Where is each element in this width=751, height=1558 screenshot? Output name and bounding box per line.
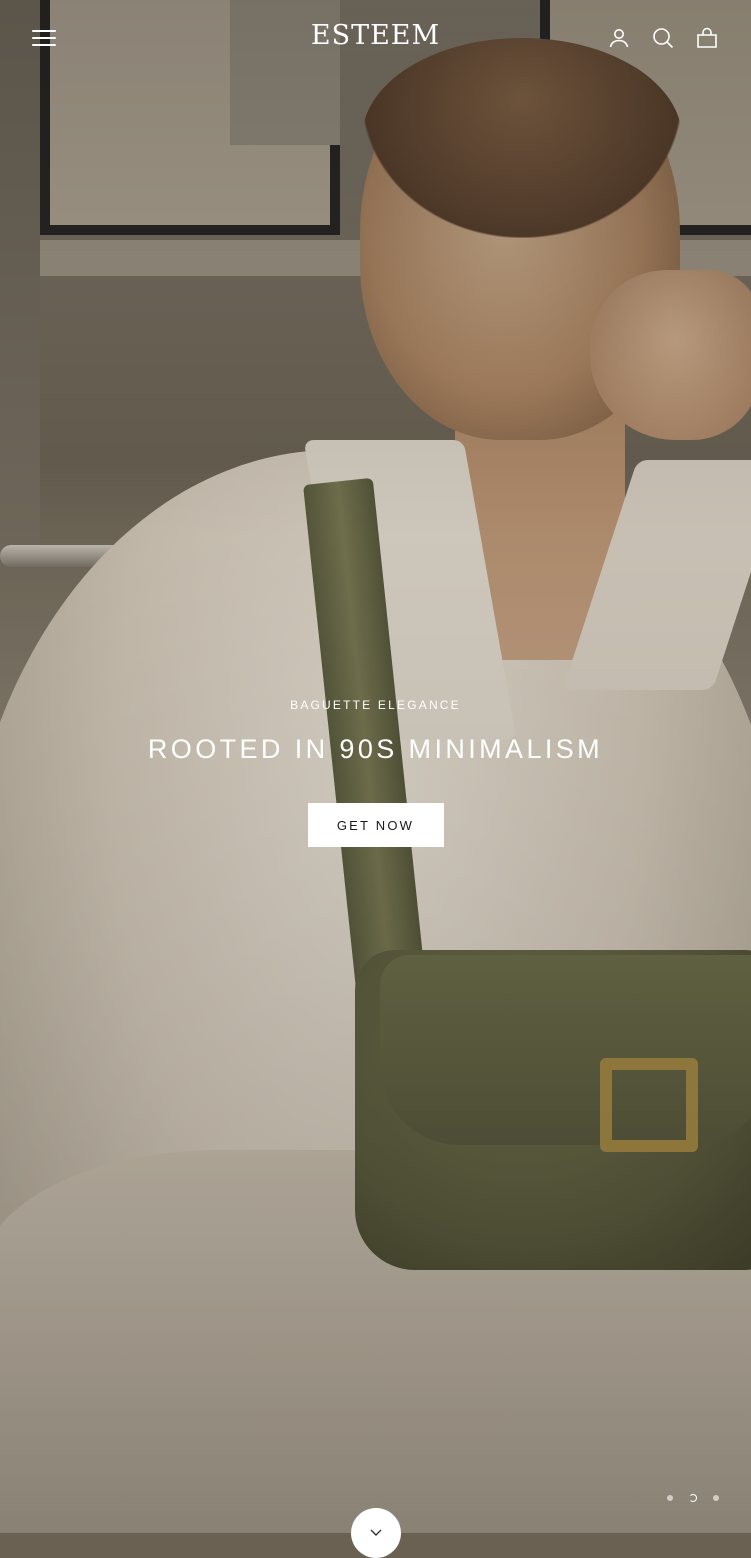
slide-dot-1[interactable] xyxy=(667,1495,673,1501)
account-button[interactable] xyxy=(607,26,633,52)
user-icon xyxy=(609,29,629,48)
get-now-button[interactable]: GET NOW xyxy=(307,803,444,848)
search-icon xyxy=(653,28,674,49)
shopping-bag-icon xyxy=(697,27,717,48)
cart-button[interactable] xyxy=(695,26,721,52)
chevron-down-icon xyxy=(370,1529,382,1536)
site-header: ESTEEM xyxy=(0,0,751,78)
scroll-down-button[interactable] xyxy=(351,1508,401,1558)
hero-headline: ROOTED IN 90S MINIMALISM xyxy=(147,734,604,764)
slider-pagination xyxy=(667,1494,719,1502)
slide-dot-3[interactable] xyxy=(713,1495,719,1501)
hero-eyebrow: BAGUETTE ELEGANCE xyxy=(290,698,461,712)
site-logo[interactable]: ESTEEM xyxy=(0,20,751,51)
search-button[interactable] xyxy=(651,26,677,52)
hero-content: BAGUETTE ELEGANCE ROOTED IN 90S MINIMALI… xyxy=(0,698,751,848)
slide-dot-2[interactable] xyxy=(689,1494,697,1502)
